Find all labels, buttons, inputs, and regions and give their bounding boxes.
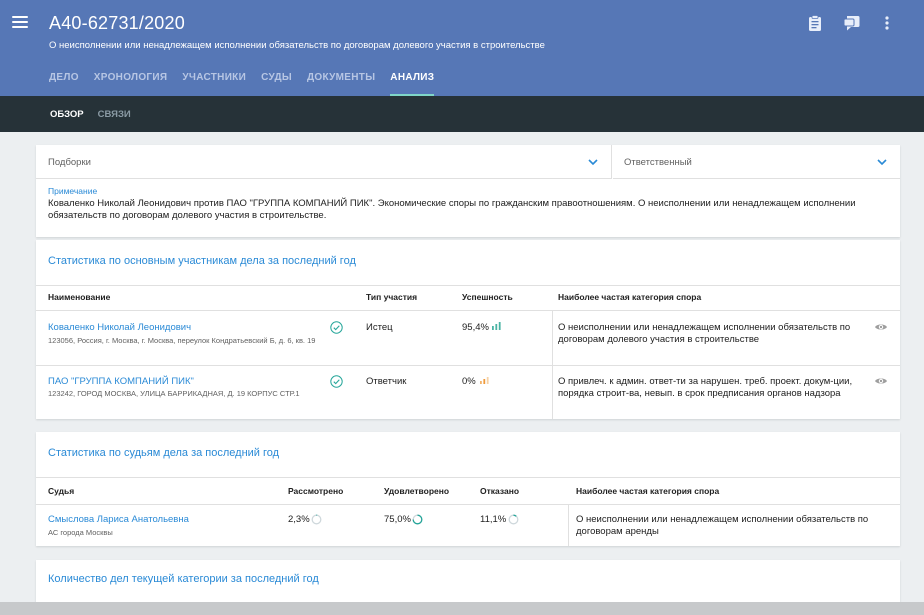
participant-role: Ответчик	[366, 376, 407, 387]
tab-documents[interactable]: ДОКУМЕНТЫ	[307, 72, 375, 96]
clipboard-icon[interactable]	[806, 14, 824, 32]
judge-category: О неисполнении или ненадлежащем исполнен…	[576, 514, 869, 537]
tab-analysis[interactable]: АНАЛИЗ	[390, 72, 435, 96]
collections-select[interactable]: Подборки	[36, 145, 612, 179]
column-header-name: Наименование	[48, 292, 111, 302]
responsible-select-label: Ответственный	[624, 157, 692, 168]
participants-stats-card: Статистика по основным участникам дела з…	[36, 240, 900, 419]
tab-chronology[interactable]: ХРОНОЛОГИЯ	[94, 72, 168, 96]
divider	[36, 477, 900, 478]
bar-chart-icon	[492, 322, 501, 330]
progress-ring-icon	[508, 514, 519, 525]
filters-card: Подборки Ответственный Примечание Ковале…	[36, 145, 900, 237]
sub-navigation: ОБЗОР СВЯЗИ	[0, 96, 924, 132]
case-count-section-title: Количество дел текущей категории за посл…	[48, 573, 319, 585]
divider	[36, 365, 900, 366]
participant-role: Истец	[366, 322, 393, 333]
judge-considered: 2,3%	[288, 514, 310, 525]
divider	[36, 285, 900, 286]
column-divider	[568, 505, 569, 546]
menu-icon[interactable]	[12, 16, 28, 30]
comments-icon[interactable]	[842, 14, 860, 32]
more-vert-icon[interactable]	[878, 14, 896, 32]
column-header-judge: Судья	[48, 486, 75, 496]
progress-ring-icon	[412, 514, 423, 525]
participant-address: 123056, Россия, г. Москва, г. Москва, пе…	[48, 336, 316, 345]
column-header-category: Наиболее частая категория спора	[558, 292, 702, 302]
participant-address: 123242, ГОРОД МОСКВА, УЛИЦА БАРРИКАДНАЯ,…	[48, 389, 300, 398]
case-subject: О неисполнении или ненадлежащем исполнен…	[49, 40, 545, 51]
responsible-select[interactable]: Ответственный	[613, 145, 900, 179]
participant-category: О привлеч. к админ. ответ-ти за нарушен.…	[558, 376, 853, 399]
tab-case[interactable]: ДЕЛО	[49, 72, 79, 96]
participants-section-title: Статистика по основным участникам дела з…	[48, 255, 356, 267]
judges-stats-card: Статистика по судьям дела за последний г…	[36, 432, 900, 546]
participant-success: 0%	[462, 376, 476, 387]
app-header: А40-62731/2020 О неисполнении или ненадл…	[0, 0, 924, 96]
progress-ring-icon	[311, 514, 322, 525]
header-actions	[806, 14, 896, 32]
participant-category: О неисполнении или ненадлежащем исполнен…	[558, 322, 851, 345]
judge-refused: 11,1%	[480, 514, 507, 525]
collections-select-label: Подборки	[48, 157, 91, 168]
case-number: А40-62731/2020	[49, 13, 185, 33]
verified-check-icon	[330, 375, 343, 388]
judges-section-title: Статистика по судьям дела за последний г…	[48, 447, 280, 459]
subtab-links[interactable]: СВЯЗИ	[98, 109, 131, 120]
eye-icon[interactable]	[874, 376, 888, 386]
column-header-satisfied: Удовлетворено	[384, 486, 450, 496]
column-header-category: Наиболее частая категория спора	[576, 486, 720, 496]
case-tabs: ДЕЛО ХРОНОЛОГИЯ УЧАСТНИКИ СУДЫ ДОКУМЕНТЫ…	[49, 72, 435, 96]
participant-name-link[interactable]: Коваленко Николай Леонидович	[48, 322, 191, 333]
judge-court: АС города Москвы	[48, 528, 113, 537]
column-header-considered: Рассмотрено	[288, 486, 344, 496]
column-header-refused: Отказано	[480, 486, 520, 496]
divider	[36, 310, 900, 311]
judge-name-link[interactable]: Смыслова Лариса Анатольевна	[48, 514, 189, 525]
judge-satisfied: 75,0%	[384, 514, 411, 525]
note-label: Примечание	[48, 186, 98, 196]
horizontal-scrollbar[interactable]	[0, 602, 924, 615]
note-text[interactable]: Коваленко Николай Леонидович против ПАО …	[48, 198, 878, 222]
subtab-overview[interactable]: ОБЗОР	[50, 109, 84, 120]
divider	[36, 504, 900, 505]
participant-name-link[interactable]: ПАО "ГРУППА КОМПАНИЙ ПИК"	[48, 376, 194, 387]
tab-courts[interactable]: СУДЫ	[261, 72, 292, 96]
tab-participants[interactable]: УЧАСТНИКИ	[182, 72, 246, 96]
column-header-success: Успешность	[462, 292, 513, 302]
bar-chart-icon	[480, 376, 489, 384]
eye-icon[interactable]	[874, 322, 888, 332]
verified-check-icon	[330, 321, 343, 334]
column-header-role: Тип участия	[366, 292, 418, 302]
chevron-down-icon	[588, 159, 598, 166]
participant-success: 95,4%	[462, 322, 489, 333]
chevron-down-icon	[877, 159, 887, 166]
